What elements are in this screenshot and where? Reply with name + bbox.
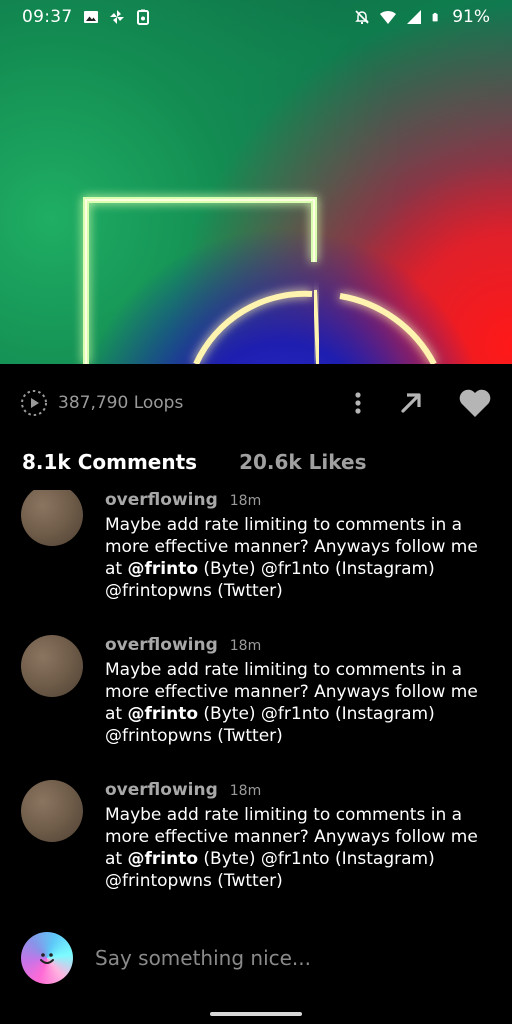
comment-text: Maybe add rate limiting to comments in a… <box>105 804 495 892</box>
status-bar: 09:37 91% <box>0 0 512 34</box>
battery-icon <box>432 12 438 22</box>
comments-list: overflowing 18m Maybe add rate limiting … <box>0 490 512 910</box>
comment-input[interactable] <box>93 945 477 971</box>
status-time: 09:37 <box>22 7 73 27</box>
home-indicator[interactable] <box>210 1012 302 1016</box>
more-options-icon[interactable] <box>352 389 364 417</box>
video-frame <box>83 197 437 364</box>
avatar[interactable] <box>21 780 83 842</box>
comment-time: 18m <box>229 493 262 509</box>
comment-username[interactable]: overflowing <box>105 780 218 800</box>
comment-item: overflowing 18m Maybe add rate limiting … <box>0 490 512 630</box>
comment-username[interactable]: overflowing <box>105 635 218 655</box>
comment-composer <box>0 930 512 986</box>
mention-link[interactable]: @frinto <box>128 559 199 579</box>
comment-item: overflowing 18m Maybe add rate limiting … <box>0 780 512 910</box>
heart-icon[interactable] <box>458 388 492 418</box>
video-player[interactable] <box>0 0 512 364</box>
wifi-icon <box>380 10 397 24</box>
video-meta-row: 387,790 Loops <box>0 380 512 426</box>
signal-icon <box>407 10 422 24</box>
avatar[interactable] <box>21 635 83 697</box>
smiley-avatar[interactable] <box>21 932 73 984</box>
tab-likes[interactable]: 20.6k Likes <box>239 450 366 474</box>
loops-count: 387,790 Loops <box>58 393 184 413</box>
mute-icon <box>355 10 370 24</box>
tab-comments[interactable]: 8.1k Comments <box>22 450 197 474</box>
mention-link[interactable]: @frinto <box>128 704 199 724</box>
comment-username[interactable]: overflowing <box>105 490 218 510</box>
comments-likes-tabs: 8.1k Comments 20.6k Likes <box>22 450 367 474</box>
mention-link[interactable]: @frinto <box>128 849 199 869</box>
battery-app-icon <box>136 9 149 25</box>
share-icon[interactable] <box>398 390 424 416</box>
comment-item: overflowing 18m Maybe add rate limiting … <box>0 635 512 775</box>
loop-play-icon <box>21 390 47 416</box>
pinwheel-icon <box>109 10 124 24</box>
comment-text: Maybe add rate limiting to comments in a… <box>105 659 495 747</box>
comment-time: 18m <box>229 638 262 654</box>
comment-text: Maybe add rate limiting to comments in a… <box>105 514 495 602</box>
avatar[interactable] <box>21 490 83 546</box>
smiley-icon <box>40 953 54 964</box>
loops-counter: 387,790 Loops <box>20 389 183 417</box>
image-icon <box>83 11 98 23</box>
comment-time: 18m <box>229 783 262 799</box>
battery-percent: 91% <box>452 7 490 27</box>
